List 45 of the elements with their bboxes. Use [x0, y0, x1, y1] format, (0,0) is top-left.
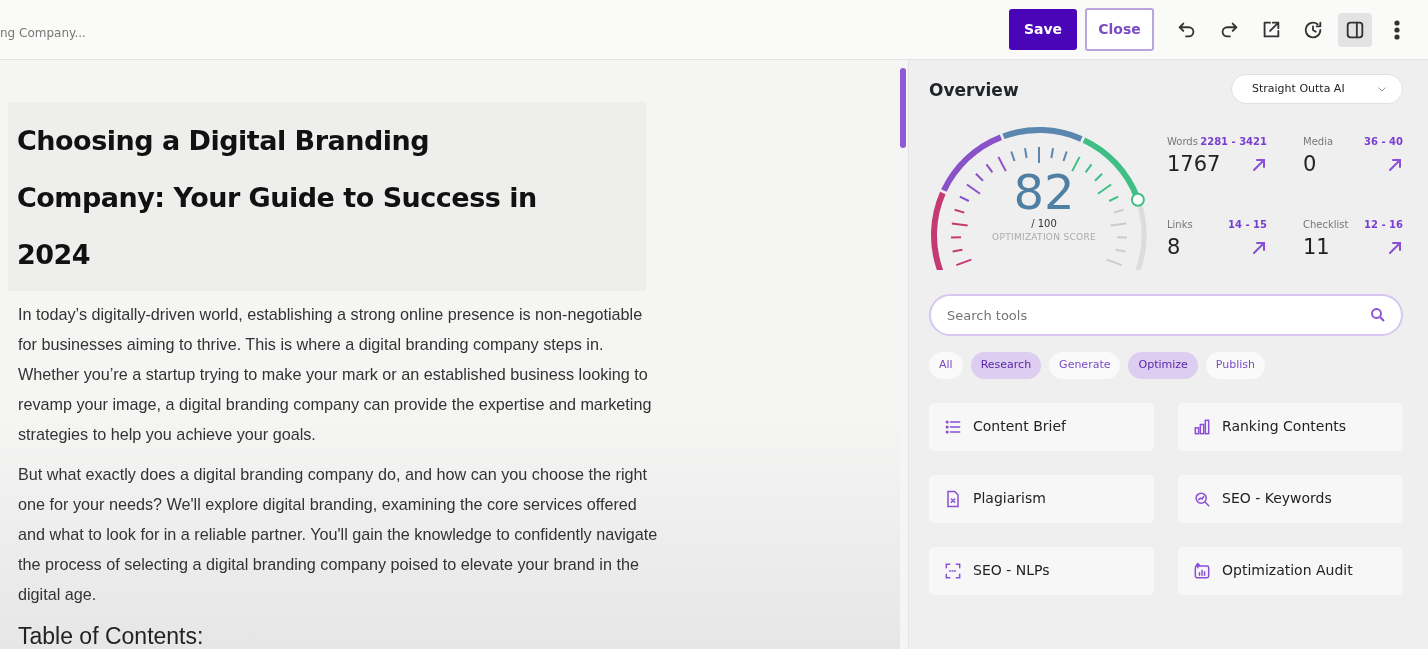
- tool-card[interactable]: Ranking Contents: [1178, 402, 1403, 451]
- stat-value: 8: [1167, 234, 1181, 261]
- search-icon[interactable]: [1369, 306, 1387, 324]
- filter-chip[interactable]: Research: [970, 352, 1042, 379]
- filter-chip[interactable]: All: [929, 352, 963, 379]
- tool-card[interactable]: Plagiarism: [929, 474, 1154, 523]
- tool-card[interactable]: SEO - NLPs: [929, 546, 1154, 595]
- scrollbar-thumb[interactable]: [900, 68, 906, 148]
- document-heading: Choosing a Digital Branding Company: Your Guide to Success in 2024: [8, 102, 646, 291]
- stat-label: Links: [1167, 218, 1193, 232]
- arrow-up-right-icon[interactable]: [1251, 239, 1267, 256]
- tool-card[interactable]: SEO - Keywords: [1178, 474, 1403, 523]
- close-button[interactable]: Close: [1085, 8, 1154, 51]
- filter-chip[interactable]: Generate: [1049, 352, 1121, 379]
- chart-upload-icon: [1192, 560, 1212, 581]
- more-icon: [1394, 19, 1400, 40]
- panel-title: Overview: [929, 79, 1019, 103]
- document-title: ng Company...: [0, 24, 86, 42]
- stat-range: 14 - 15: [1228, 218, 1267, 232]
- stat-label: Checklist: [1303, 218, 1349, 232]
- score-max: / 100: [1030, 217, 1058, 231]
- search-field[interactable]: Search tools: [929, 294, 1403, 336]
- stat-value: 0: [1303, 151, 1317, 178]
- filter-chip[interactable]: Optimize: [1128, 352, 1198, 379]
- stat-range: 36 - 40: [1364, 135, 1403, 149]
- section-heading: Table of Contents:: [18, 622, 205, 649]
- tool-card[interactable]: Optimization Audit: [1178, 546, 1403, 595]
- score-value: 82: [1012, 168, 1076, 216]
- sidebar-toggle-button[interactable]: [1338, 12, 1372, 47]
- save-button[interactable]: Save: [1009, 9, 1077, 50]
- stat-label: Words: [1167, 135, 1198, 149]
- stat-value: 1767: [1167, 151, 1221, 178]
- paragraph: In today’s digitally-driven world, establishing a strong online presence is non-negotiable for businesses aiming to thrive. This is where a digital branding company steps in. Whether you’re a startup trying to make your mark or an established business looking to revamp your image, a digital branding company can provide the expertise and marketing strategies to help you achieve your goals.: [18, 304, 653, 445]
- paragraph: But what exactly does a digital branding company do, and how can you choose the right one for your needs? We'll explore digital branding, examining the core services offered and what to look for in a reliable partner. You'll gain the knowledge to confidently navigate the process of selecting a digital branding company poised to elevate your brand in the digital age.: [18, 464, 659, 605]
- arrow-up-right-icon[interactable]: [1387, 239, 1403, 256]
- stat-value: 11: [1303, 234, 1330, 261]
- arrow-up-right-icon[interactable]: [1387, 156, 1403, 173]
- stat-range: 2281 - 3421: [1200, 135, 1267, 149]
- tool-card[interactable]: Content Brief: [929, 402, 1154, 451]
- filter-chip[interactable]: Publish: [1205, 352, 1266, 379]
- stat-label: Media: [1303, 135, 1334, 149]
- stat-range: 12 - 16: [1364, 218, 1403, 232]
- score-label: OPTIMIZATION SCORE: [991, 231, 1097, 244]
- preset-dropdown[interactable]: Straight Outta AI: [1231, 74, 1403, 104]
- arrow-up-right-icon[interactable]: [1251, 156, 1267, 173]
